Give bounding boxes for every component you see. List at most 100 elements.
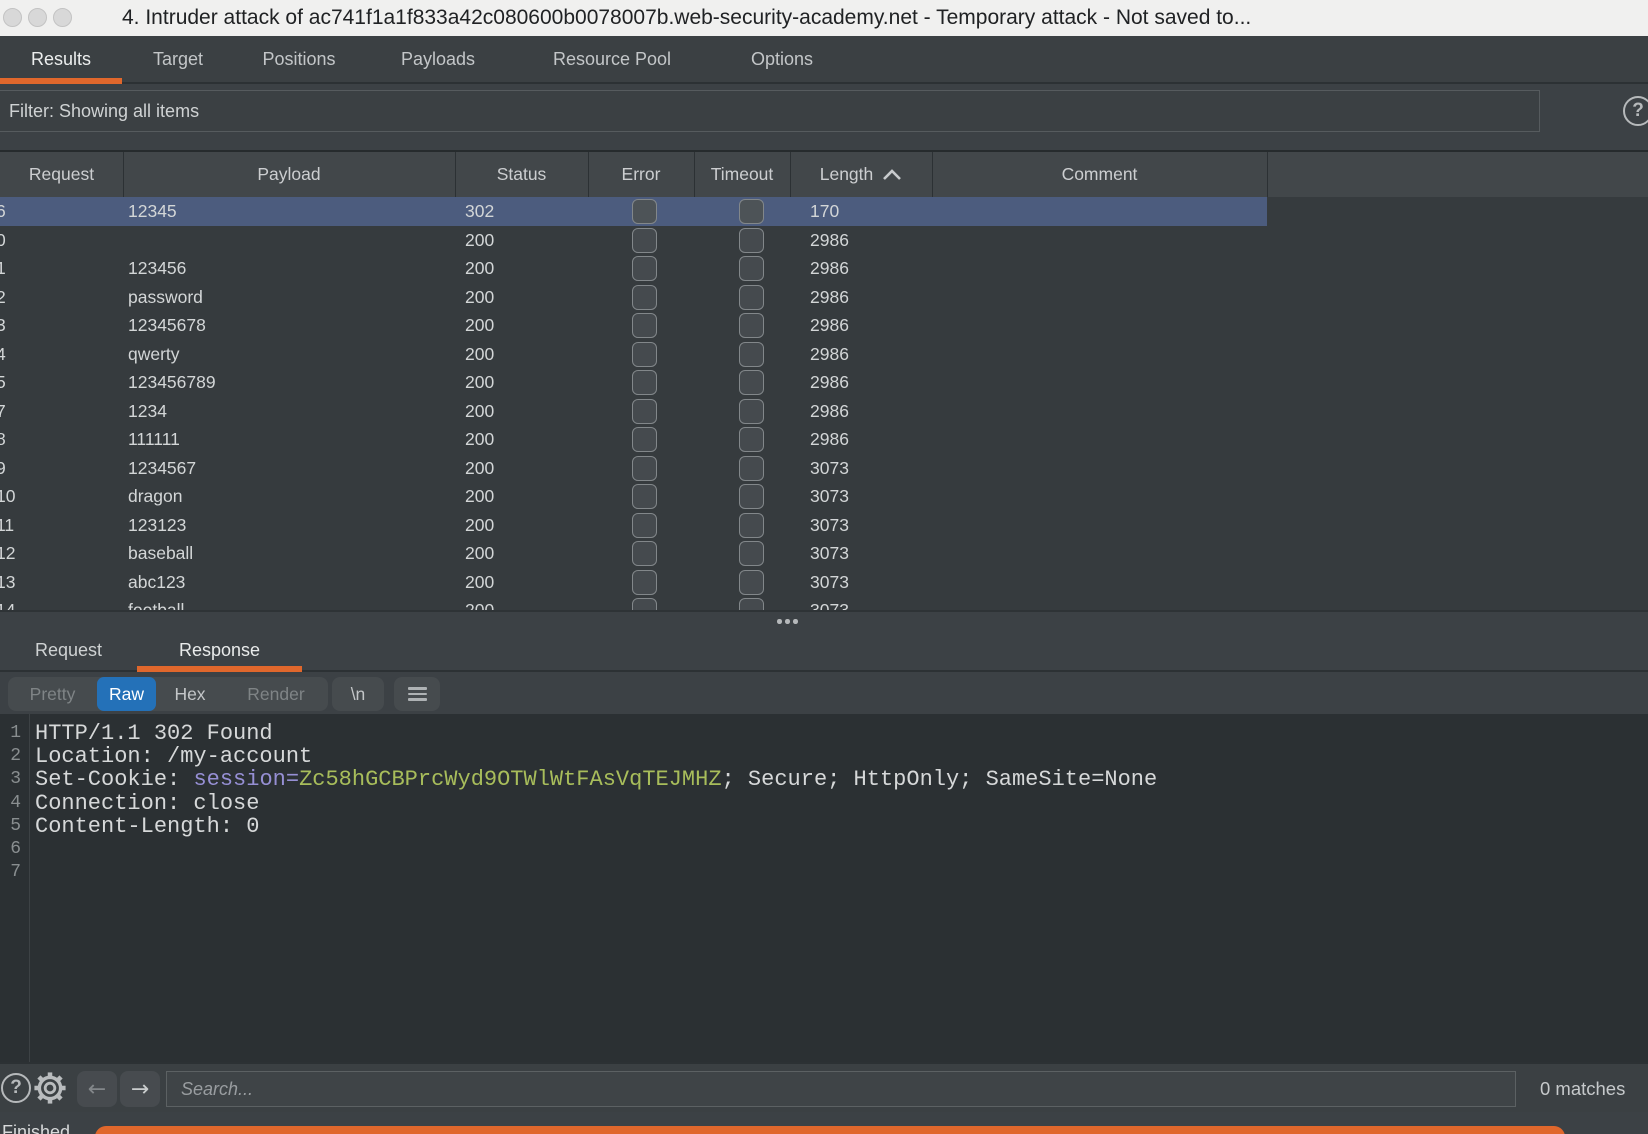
table-row[interactable]: 612345302170 bbox=[0, 197, 1648, 226]
column-divider bbox=[588, 152, 589, 197]
timeout-checkbox[interactable] bbox=[739, 570, 764, 595]
timeout-checkbox[interactable] bbox=[739, 313, 764, 338]
timeout-checkbox[interactable] bbox=[739, 513, 764, 538]
column-header-comment[interactable]: Comment bbox=[932, 152, 1267, 197]
tab-payloads[interactable]: Payloads bbox=[364, 36, 512, 82]
view-mode-hex[interactable]: Hex bbox=[156, 677, 224, 711]
table-row[interactable]: 12baseball2003073 bbox=[0, 539, 1648, 568]
tab-label: Request bbox=[35, 640, 102, 661]
help-icon[interactable]: ? bbox=[1623, 96, 1648, 126]
error-checkbox[interactable] bbox=[632, 399, 657, 424]
tab-target[interactable]: Target bbox=[122, 36, 234, 82]
error-checkbox[interactable] bbox=[632, 256, 657, 281]
editor-menu-button[interactable] bbox=[394, 677, 440, 711]
column-header-status[interactable]: Status bbox=[455, 152, 588, 197]
tab-response[interactable]: Response bbox=[137, 630, 302, 670]
payload-cell: 123123 bbox=[128, 511, 186, 540]
zoom-window-icon[interactable] bbox=[53, 8, 72, 27]
table-row[interactable]: 10dragon2003073 bbox=[0, 482, 1648, 511]
table-row[interactable]: 02002986 bbox=[0, 226, 1648, 255]
filter-bar[interactable]: Filter: Showing all items bbox=[0, 90, 1540, 132]
gear-icon[interactable] bbox=[33, 1071, 67, 1105]
error-checkbox[interactable] bbox=[632, 370, 657, 395]
error-checkbox[interactable] bbox=[632, 541, 657, 566]
column-header-error[interactable]: Error bbox=[588, 152, 694, 197]
table-row[interactable]: 912345672003073 bbox=[0, 454, 1648, 483]
message-tab-bar: Request Response bbox=[0, 630, 1648, 672]
length-cell: 2986 bbox=[810, 340, 849, 369]
timeout-checkbox[interactable] bbox=[739, 598, 764, 610]
payload-cell: abc123 bbox=[128, 568, 185, 597]
timeout-checkbox[interactable] bbox=[739, 199, 764, 224]
length-cell: 3073 bbox=[810, 511, 849, 540]
table-row[interactable]: 712342002986 bbox=[0, 397, 1648, 426]
show-newlines-button[interactable]: \n bbox=[332, 677, 384, 711]
table-row[interactable]: 11234562002986 bbox=[0, 254, 1648, 283]
request-cell: 5 bbox=[0, 368, 6, 397]
table-row[interactable]: 3123456782002986 bbox=[0, 311, 1648, 340]
table-row[interactable]: 2password2002986 bbox=[0, 283, 1648, 312]
timeout-checkbox[interactable] bbox=[739, 342, 764, 367]
previous-match-button[interactable]: ← bbox=[77, 1071, 117, 1107]
timeout-checkbox[interactable] bbox=[739, 541, 764, 566]
error-checkbox[interactable] bbox=[632, 513, 657, 538]
timeout-checkbox[interactable] bbox=[739, 228, 764, 253]
error-checkbox[interactable] bbox=[632, 484, 657, 509]
view-mode-raw[interactable]: Raw bbox=[97, 677, 156, 711]
minimize-window-icon[interactable] bbox=[28, 8, 47, 27]
error-checkbox[interactable] bbox=[632, 228, 657, 253]
timeout-checkbox[interactable] bbox=[739, 399, 764, 424]
error-checkbox[interactable] bbox=[632, 199, 657, 224]
timeout-checkbox[interactable] bbox=[739, 456, 764, 481]
table-row[interactable]: 4qwerty2002986 bbox=[0, 340, 1648, 369]
response-line: 2Location: /my-account bbox=[0, 745, 1648, 768]
payload-cell: qwerty bbox=[128, 340, 180, 369]
panel-splitter[interactable] bbox=[0, 612, 1648, 630]
table-row[interactable]: 81111112002986 bbox=[0, 425, 1648, 454]
error-checkbox[interactable] bbox=[632, 598, 657, 610]
status-cell: 200 bbox=[465, 283, 494, 312]
timeout-checkbox[interactable] bbox=[739, 370, 764, 395]
tab-options[interactable]: Options bbox=[712, 36, 852, 82]
error-checkbox[interactable] bbox=[632, 427, 657, 452]
table-row[interactable]: 51234567892002986 bbox=[0, 368, 1648, 397]
tab-results[interactable]: Results bbox=[0, 36, 122, 82]
request-cell: 7 bbox=[0, 397, 6, 426]
tab-positions[interactable]: Positions bbox=[234, 36, 364, 82]
error-checkbox[interactable] bbox=[632, 285, 657, 310]
column-header-length[interactable]: Length bbox=[790, 152, 932, 197]
line-content: Connection: close bbox=[35, 792, 259, 815]
status-cell: 302 bbox=[465, 197, 494, 226]
view-mode-render[interactable]: Render bbox=[224, 677, 328, 711]
column-header-timeout[interactable]: Timeout bbox=[694, 152, 790, 197]
line-number: 6 bbox=[0, 838, 21, 861]
tab-label: Results bbox=[31, 49, 91, 70]
line-number: 3 bbox=[0, 768, 21, 791]
error-checkbox[interactable] bbox=[632, 313, 657, 338]
code-segment: session= bbox=[193, 767, 299, 792]
view-mode-pretty[interactable]: Pretty bbox=[8, 677, 97, 711]
next-match-button[interactable]: → bbox=[120, 1071, 160, 1107]
timeout-checkbox[interactable] bbox=[739, 285, 764, 310]
timeout-checkbox[interactable] bbox=[739, 256, 764, 281]
column-header-request[interactable]: Request bbox=[0, 152, 123, 197]
response-editor[interactable]: 1HTTP/1.1 302 Found2Location: /my-accoun… bbox=[0, 714, 1648, 1062]
help-icon[interactable]: ? bbox=[1, 1073, 31, 1103]
timeout-checkbox[interactable] bbox=[739, 484, 764, 509]
length-cell: 3073 bbox=[810, 482, 849, 511]
column-header-payload[interactable]: Payload bbox=[123, 152, 455, 197]
splitter-handle-icon[interactable] bbox=[777, 619, 798, 624]
timeout-checkbox[interactable] bbox=[739, 427, 764, 452]
table-row[interactable]: 14football2003073 bbox=[0, 596, 1648, 610]
table-row[interactable]: 13abc1232003073 bbox=[0, 568, 1648, 597]
tab-resource-pool[interactable]: Resource Pool bbox=[512, 36, 712, 82]
error-checkbox[interactable] bbox=[632, 570, 657, 595]
error-checkbox[interactable] bbox=[632, 456, 657, 481]
tab-request[interactable]: Request bbox=[0, 630, 137, 670]
table-row[interactable]: 111231232003073 bbox=[0, 511, 1648, 540]
attack-status-row: Finished bbox=[0, 1112, 1648, 1134]
close-window-icon[interactable] bbox=[3, 8, 22, 27]
error-checkbox[interactable] bbox=[632, 342, 657, 367]
view-mode-control: PrettyRawHexRender bbox=[8, 677, 328, 711]
search-input[interactable] bbox=[166, 1071, 1516, 1107]
